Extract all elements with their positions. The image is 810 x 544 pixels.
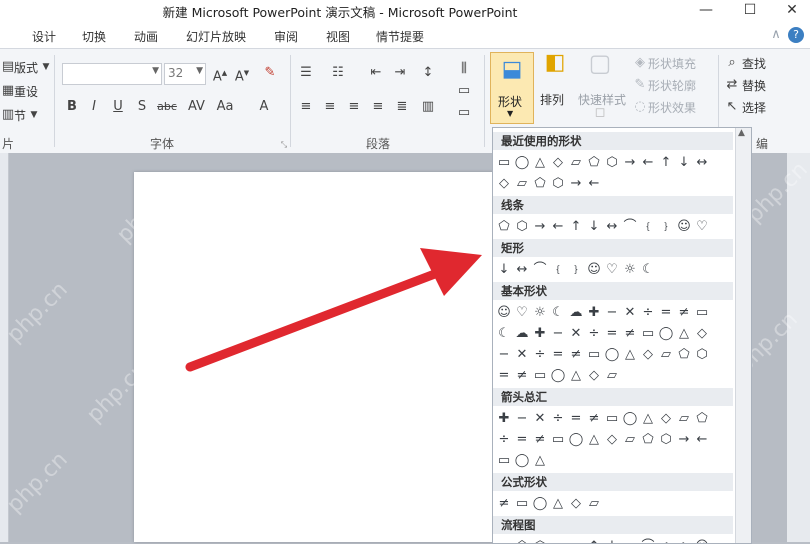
arrow-shaft bbox=[185, 267, 445, 372]
annotation-arrow bbox=[185, 248, 482, 372]
